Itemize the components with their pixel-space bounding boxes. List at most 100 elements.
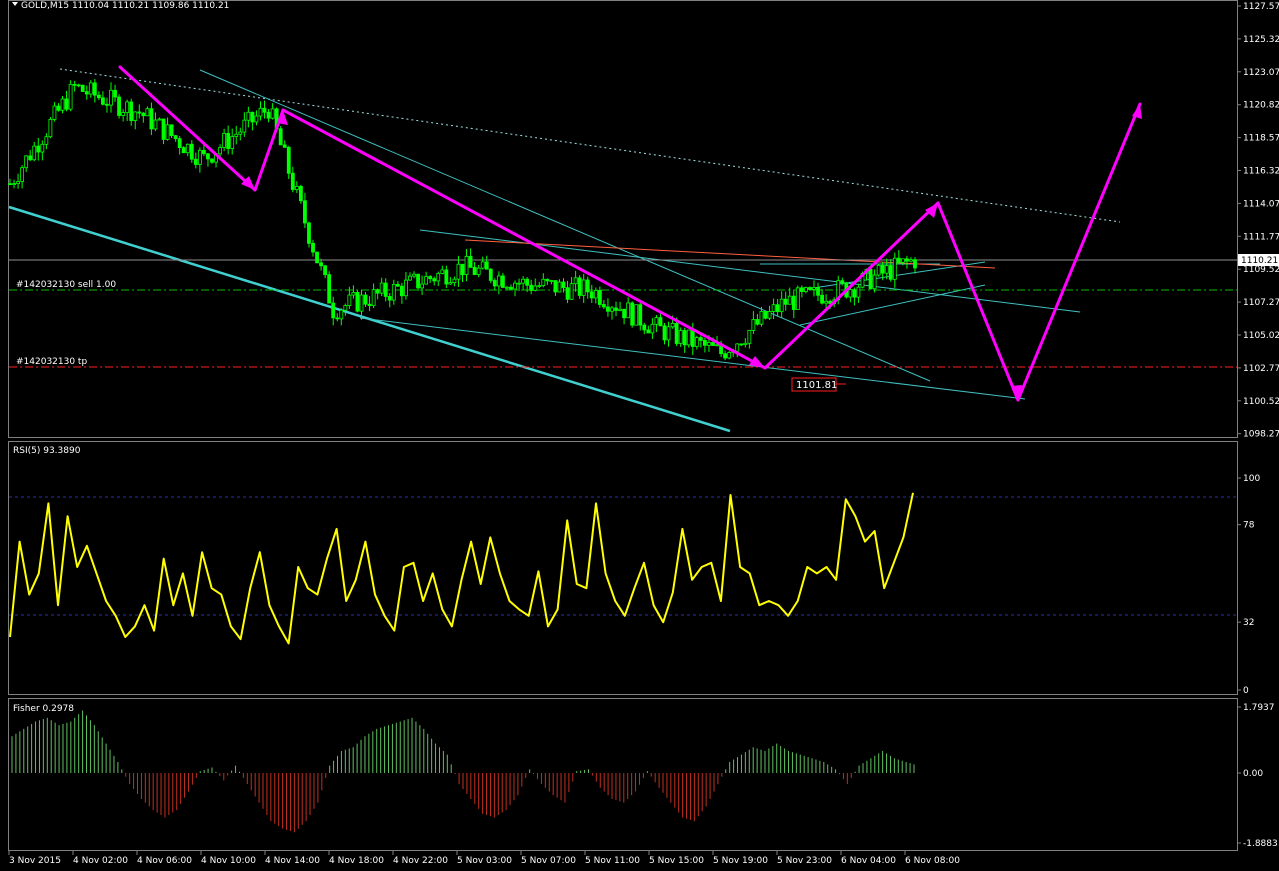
candle-bear[interactable] <box>888 265 893 280</box>
candle-bull[interactable] <box>626 302 631 319</box>
candle-bear[interactable] <box>525 278 530 286</box>
candle-bull[interactable] <box>549 280 554 282</box>
candle-bull[interactable] <box>513 282 517 290</box>
candle-bear[interactable] <box>319 262 323 267</box>
candle-bull[interactable] <box>670 323 675 328</box>
candle-bull[interactable] <box>464 255 469 276</box>
candle-bull[interactable] <box>884 265 889 274</box>
candle-bull[interactable] <box>727 352 732 359</box>
candle-bear[interactable] <box>763 311 768 319</box>
candle-bull[interactable] <box>771 304 776 312</box>
candle-bull[interactable] <box>678 330 683 344</box>
candle-bear[interactable] <box>117 96 121 116</box>
candle-bull[interactable] <box>480 261 485 269</box>
candle-bull[interactable] <box>246 111 251 121</box>
candle-bear[interactable] <box>913 259 917 269</box>
candle-bull[interactable] <box>707 342 711 346</box>
candle-bear[interactable] <box>80 84 85 92</box>
candle-bear[interactable] <box>775 304 780 313</box>
candle-bear[interactable] <box>113 89 117 98</box>
candle-bear[interactable] <box>606 306 610 312</box>
candle-bear[interactable] <box>698 337 703 341</box>
candle-bear[interactable] <box>529 284 534 291</box>
rsi-panel[interactable]: RSI(5) 93.3890 100 78 32 0 <box>9 446 1260 696</box>
candle-bull[interactable] <box>234 133 239 137</box>
candle-bear[interactable] <box>64 98 69 110</box>
candle-bear[interactable] <box>840 280 845 284</box>
candle-bear[interactable] <box>383 282 388 297</box>
candle-bull[interactable] <box>218 147 222 155</box>
candle-bull[interactable] <box>759 311 764 325</box>
candle-bull[interactable] <box>157 118 162 121</box>
candle-bull[interactable] <box>88 82 93 95</box>
candle-bear[interactable] <box>331 302 336 319</box>
candle-bull[interactable] <box>686 329 691 346</box>
candle-bear[interactable] <box>303 200 307 224</box>
candle-bear[interactable] <box>553 280 558 293</box>
candle-bear[interactable] <box>250 111 255 123</box>
candle-bear[interactable] <box>323 265 328 276</box>
candle-bull[interactable] <box>125 101 130 113</box>
candle-bear[interactable] <box>206 153 210 160</box>
candle-bear[interactable] <box>808 287 812 290</box>
candle-bull[interactable] <box>593 290 598 299</box>
candle-bull[interactable] <box>452 278 457 283</box>
candle-bull[interactable] <box>537 285 542 287</box>
candle-bear[interactable] <box>614 307 618 311</box>
candle-bear[interactable] <box>589 291 594 299</box>
candle-bear[interactable] <box>367 303 372 307</box>
candle-bear[interactable] <box>72 83 77 86</box>
candle-bear[interactable] <box>226 132 231 149</box>
candle-bear[interactable] <box>137 111 142 114</box>
candle-bull[interactable] <box>505 286 509 289</box>
candle-bear[interactable] <box>315 251 319 264</box>
candle-bull[interactable] <box>412 273 416 277</box>
candle-bear[interactable] <box>387 296 392 301</box>
candle-bull[interactable] <box>197 149 202 165</box>
candle-bear[interactable] <box>202 149 206 155</box>
rsi-line[interactable] <box>9 492 914 645</box>
channel-lines[interactable] <box>199 69 1081 400</box>
candle-bull[interactable] <box>824 300 829 304</box>
candle-bear[interactable] <box>484 261 489 270</box>
candle-bull[interactable] <box>804 287 808 292</box>
candle-bear[interactable] <box>630 302 635 326</box>
candle-bull[interactable] <box>109 89 113 106</box>
candle-bull[interactable] <box>339 309 344 320</box>
candle-bull[interactable] <box>408 275 412 281</box>
candle-bear[interactable] <box>791 295 796 310</box>
candle-bear[interactable] <box>8 183 12 186</box>
candle-bear[interactable] <box>432 278 437 282</box>
candle-bull[interactable] <box>517 282 521 285</box>
candle-bear[interactable] <box>642 324 647 331</box>
candle-bear[interactable] <box>783 298 788 305</box>
candle-bear[interactable] <box>298 185 303 202</box>
candle-bull[interactable] <box>573 277 578 285</box>
candle-bull[interactable] <box>767 311 772 319</box>
candle-bear[interactable] <box>96 94 101 99</box>
candle-bear[interactable] <box>565 287 570 300</box>
candle-bull[interactable] <box>779 298 784 313</box>
candle-bull[interactable] <box>856 286 861 298</box>
candle-bull[interactable] <box>165 124 170 140</box>
candle-bull[interactable] <box>60 98 65 111</box>
candle-bear[interactable] <box>363 294 368 305</box>
fisher-panel[interactable]: Fisher 0.2978 1.7937 0.00 -1.8883 <box>11 703 1278 849</box>
candle-bear[interactable] <box>703 340 707 346</box>
price-panel[interactable]: 1127.57 1125.32 1123.07 1120.82 1118.57 1116.… <box>8 1 1279 440</box>
candle-bear[interactable] <box>682 330 687 346</box>
candle-bear[interactable] <box>169 124 174 137</box>
candle-bull[interactable] <box>448 282 453 285</box>
candle-bull[interactable] <box>153 119 158 130</box>
candle-bear[interactable] <box>416 273 420 289</box>
candle-bull[interactable] <box>476 267 481 275</box>
candle-bear[interactable] <box>290 172 295 190</box>
candle-bear[interactable] <box>92 82 97 96</box>
candle-bear[interactable] <box>428 276 433 280</box>
candle-bear[interactable] <box>105 103 109 106</box>
candle-bull[interactable] <box>694 337 699 347</box>
candle-bear[interactable] <box>444 269 449 285</box>
candle-bull[interactable] <box>379 282 384 294</box>
candle-bull[interactable] <box>872 274 877 290</box>
candle-bull[interactable] <box>242 119 247 133</box>
